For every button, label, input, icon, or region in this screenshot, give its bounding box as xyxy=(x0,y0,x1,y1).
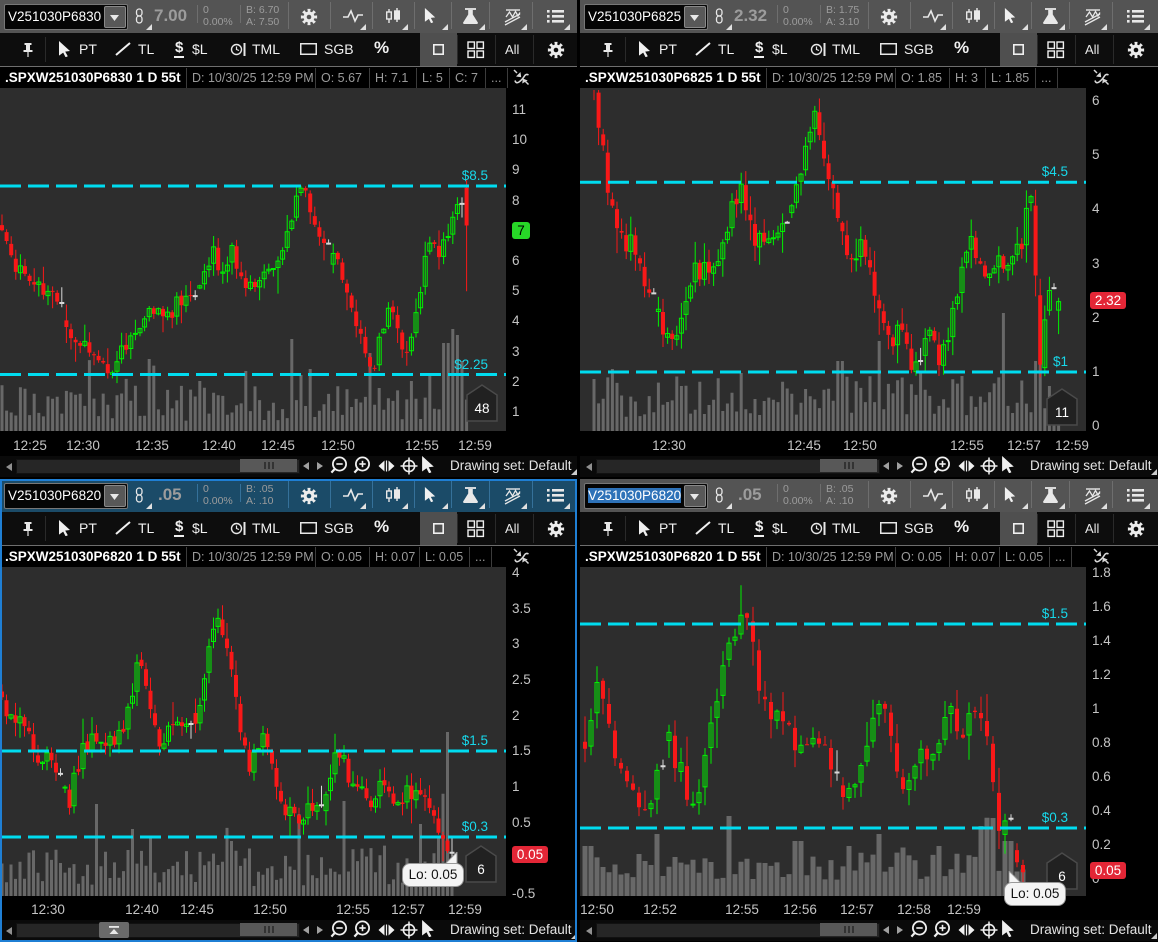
svg-text:48: 48 xyxy=(474,401,489,416)
svg-text:11: 11 xyxy=(1055,405,1069,420)
svg-text:6: 6 xyxy=(477,862,485,877)
